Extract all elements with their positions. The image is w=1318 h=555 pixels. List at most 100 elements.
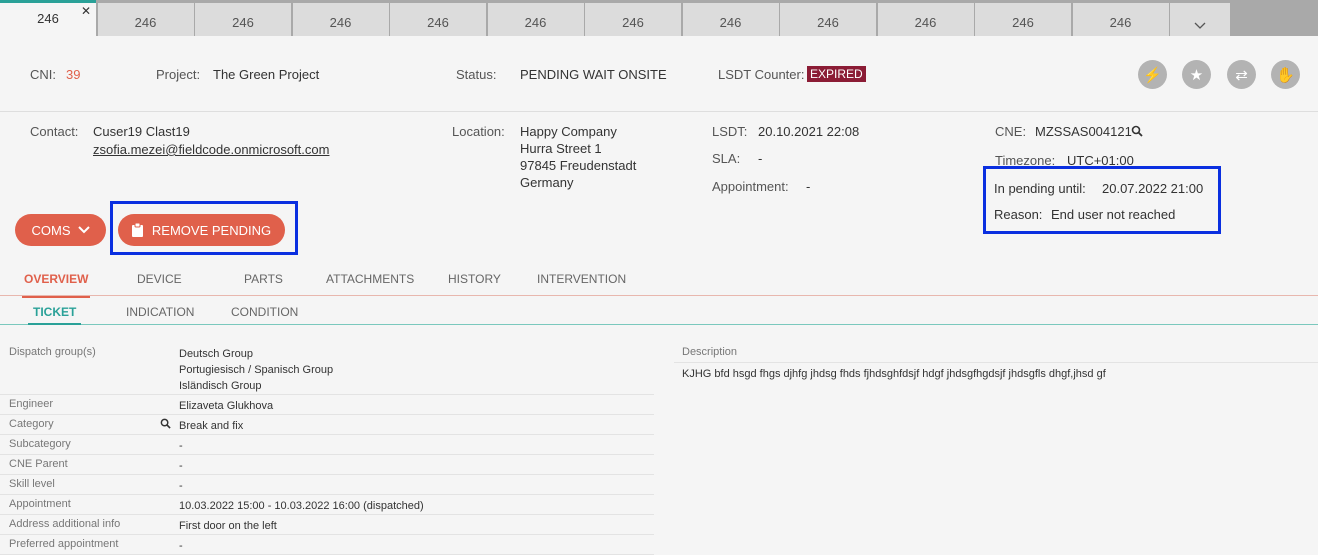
tab-indication[interactable]: INDICATION xyxy=(126,305,194,319)
field-label: Dispatch group(s) xyxy=(9,346,96,358)
table-row: Subcategory - xyxy=(0,435,654,455)
table-row: Appointment 10.03.2022 15:00 - 10.03.2022… xyxy=(0,495,654,515)
ticket-tab[interactable]: 246 xyxy=(292,3,389,36)
pending-info-highlight xyxy=(983,166,1221,234)
ticket-tab[interactable]: 246 xyxy=(487,3,584,36)
tab-device[interactable]: DEVICE xyxy=(137,272,182,286)
lsdt-label: LSDT: xyxy=(712,124,748,139)
lsdt-value: 20.10.2021 22:08 xyxy=(758,124,860,139)
location-label: Location: xyxy=(452,124,505,139)
field-value: First door on the left xyxy=(179,520,277,532)
appointment-label: Appointment: xyxy=(712,179,789,194)
appointment-value: - xyxy=(806,179,811,194)
reason-value: End user not reached xyxy=(1051,207,1176,222)
tab-label: 246 xyxy=(329,15,352,30)
close-icon[interactable]: ✕ xyxy=(81,4,91,18)
tab-ticket[interactable]: TICKET xyxy=(27,305,82,325)
field-label: CNE Parent xyxy=(9,458,68,470)
location-line: Happy Company xyxy=(520,124,617,139)
table-row: Category Break and fix xyxy=(0,415,654,435)
remove-pending-label: REMOVE PENDING xyxy=(151,222,272,238)
field-value: - xyxy=(179,460,183,472)
tab-intervention[interactable]: INTERVENTION xyxy=(537,272,626,286)
field-label: Engineer xyxy=(9,398,54,410)
tab-condition[interactable]: CONDITION xyxy=(231,305,298,319)
ticket-header: CNI: 39 Project: The Green Project Statu… xyxy=(0,36,1318,112)
clipboard-icon xyxy=(131,223,143,237)
ticket-tab-strip: 246 ✕ 246 246 246 246 246 246 246 246 246… xyxy=(0,0,1318,36)
favorite-button[interactable]: ★ xyxy=(1182,60,1211,89)
search-icon[interactable] xyxy=(1131,125,1143,137)
reason-label: Reason: xyxy=(994,207,1043,222)
ticket-tab[interactable]: 246 xyxy=(195,3,291,36)
ticket-tab[interactable]: 246 xyxy=(1072,3,1169,36)
tab-label: 246 xyxy=(232,15,254,30)
remove-pending-button[interactable]: REMOVE PENDING xyxy=(118,214,285,246)
field-label: Appointment xyxy=(9,498,71,510)
handshake-button[interactable]: ⇄ xyxy=(1227,60,1256,89)
hand-stop-button[interactable]: ✋ xyxy=(1271,60,1300,89)
lsdt-counter-badge: EXPIRED xyxy=(807,66,866,82)
table-row: Preferred appointment - xyxy=(0,535,654,555)
field-label: Preferred appointment xyxy=(9,538,119,550)
description-label: Description xyxy=(674,346,1318,363)
table-row: Dispatch group(s) Deutsch Group Portugie… xyxy=(0,343,654,395)
location-line: Germany xyxy=(520,175,574,190)
chevron-down-icon xyxy=(77,226,90,234)
coms-button[interactable]: COMS xyxy=(15,214,106,246)
project-label: Project: xyxy=(156,67,201,82)
tab-history[interactable]: HISTORY xyxy=(448,272,501,286)
pending-until-value: 20.07.2022 21:00 xyxy=(1102,181,1204,196)
main-tabs: OVERVIEW DEVICE PARTS ATTACHMENTS HISTOR… xyxy=(0,262,1318,298)
dispatch-group: Isländisch Group xyxy=(179,380,262,392)
ticket-tab-active[interactable]: 246 ✕ xyxy=(0,3,96,36)
star-icon: ★ xyxy=(1189,66,1204,84)
dispatch-group: Deutsch Group xyxy=(179,348,253,360)
tab-label: 246 xyxy=(914,15,937,30)
cni-label: CNI: xyxy=(30,67,56,82)
tab-parts[interactable]: PARTS xyxy=(244,272,283,286)
cni-value: 39 xyxy=(66,67,81,82)
contact-name: Cuser19 Clast19 xyxy=(93,124,190,139)
lightning-button[interactable]: ⚡ xyxy=(1138,60,1167,89)
location-line: Hurra Street 1 xyxy=(520,141,602,156)
field-label: Subcategory xyxy=(9,438,71,450)
ticket-tab[interactable]: 246 xyxy=(780,3,876,36)
category-search-icon[interactable] xyxy=(160,418,179,432)
field-label: Address additional info xyxy=(9,518,121,530)
tab-label: 246 xyxy=(134,15,157,30)
contact-email-link[interactable]: zsofia.mezei@fieldcode.onmicrosoft.com xyxy=(93,141,329,158)
ticket-tab[interactable]: 246 xyxy=(97,3,194,36)
ticket-tab[interactable]: 246 xyxy=(585,3,681,36)
ticket-tab[interactable]: 246 xyxy=(975,3,1071,36)
sla-label: SLA: xyxy=(712,151,741,166)
coms-label: COMS xyxy=(31,222,71,238)
hand-icon: ✋ xyxy=(1276,66,1295,84)
description-panel: Description KJHG bfd hsgd fhgs djhfg jhd… xyxy=(674,346,1318,380)
status-label: Status: xyxy=(456,67,497,82)
ticket-tab[interactable]: 246 xyxy=(682,3,779,36)
lsdt-counter-label: LSDT Counter: xyxy=(718,67,805,82)
tab-overview[interactable]: OVERVIEW xyxy=(21,272,91,298)
dispatch-group: Portugiesisch / Spanisch Group xyxy=(179,364,334,376)
tab-label: 246 xyxy=(427,15,449,30)
field-value: - xyxy=(179,440,183,452)
contact-label: Contact: xyxy=(30,124,79,139)
ticket-tab[interactable]: 246 xyxy=(390,3,486,36)
status-value: PENDING WAIT ONSITE xyxy=(520,67,667,82)
table-row: Engineer Elizaveta Glukhova xyxy=(0,395,654,415)
sla-value: - xyxy=(758,151,763,166)
project-value: The Green Project xyxy=(213,67,320,82)
ticket-tab[interactable]: 246 xyxy=(877,3,974,36)
tab-label: 246 xyxy=(719,15,742,30)
tab-label: 246 xyxy=(1012,15,1034,30)
tab-attachments[interactable]: ATTACHMENTS xyxy=(326,272,414,286)
field-label: Skill level xyxy=(9,478,55,490)
table-row: Skill level - xyxy=(0,475,654,495)
more-tabs-button[interactable] xyxy=(1170,3,1230,36)
field-value: - xyxy=(179,480,183,492)
field-value: 10.03.2022 15:00 - 10.03.2022 16:00 (dis… xyxy=(179,500,424,512)
field-label: Category xyxy=(9,418,54,430)
field-value: Break and fix xyxy=(179,420,244,432)
sub-tabs: TICKET INDICATION CONDITION xyxy=(0,296,1318,325)
